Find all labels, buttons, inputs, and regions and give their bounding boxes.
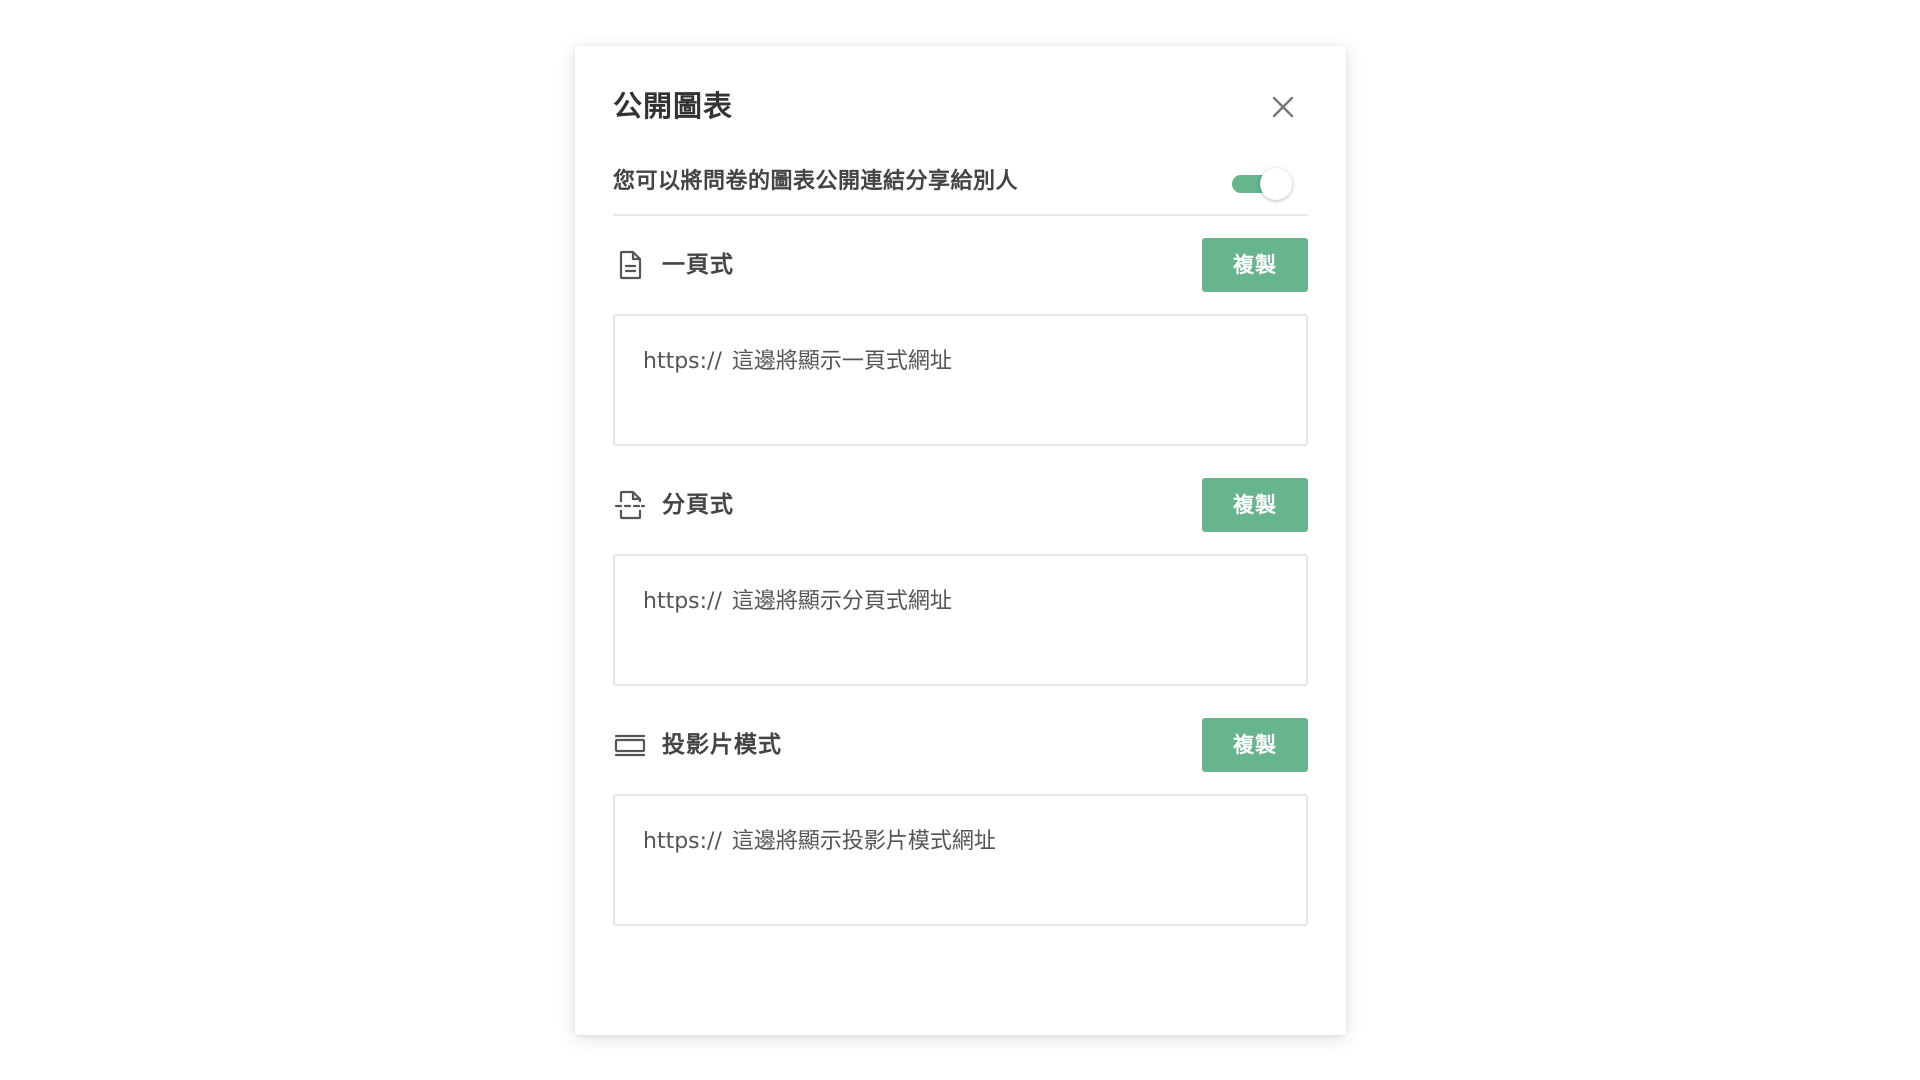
url-field-one-page[interactable]: https:// 這邊將顯示一頁式網址 (613, 314, 1308, 446)
dialog-title: 公開圖表 (613, 89, 734, 123)
section-label: 投影片模式 (662, 732, 782, 758)
slideshow-icon (613, 728, 647, 762)
url-prefix: https:// (643, 829, 722, 854)
section-paged: 分頁式 複製 (613, 478, 1308, 532)
section-label: 一頁式 (662, 252, 734, 278)
url-field-slideshow[interactable]: https:// 這邊將顯示投影片模式網址 (613, 794, 1308, 926)
close-icon[interactable] (1270, 94, 1296, 120)
toggle-knob (1260, 168, 1292, 200)
share-toggle[interactable] (1230, 168, 1294, 200)
copy-button-slideshow[interactable]: 複製 (1202, 718, 1308, 772)
url-field-paged[interactable]: https:// 這邊將顯示分頁式網址 (613, 554, 1308, 686)
url-prefix: https:// (643, 589, 722, 614)
url-placeholder: 這邊將顯示一頁式網址 (731, 349, 952, 374)
dialog-header: 公開圖表 (613, 84, 1308, 128)
section-label: 分頁式 (662, 492, 734, 518)
section-slideshow: 投影片模式 複製 (613, 718, 1308, 772)
url-placeholder: 這邊將顯示分頁式網址 (731, 589, 952, 614)
url-prefix: https:// (643, 349, 722, 374)
copy-button-paged[interactable]: 複製 (1202, 478, 1308, 532)
url-placeholder: 這邊將顯示投影片模式網址 (731, 829, 996, 854)
share-toggle-label: 您可以將問卷的圖表公開連結分享給別人 (613, 169, 1019, 194)
section-one-page: 一頁式 複製 (613, 238, 1308, 292)
copy-button-one-page[interactable]: 複製 (1202, 238, 1308, 292)
document-icon (613, 248, 647, 282)
share-toggle-row: 您可以將問卷的圖表公開連結分享給別人 (613, 162, 1308, 216)
page-break-icon (613, 488, 647, 522)
share-chart-dialog: 公開圖表 您可以將問卷的圖表公開連結分享給別人 一頁式 複製 https:// … (575, 46, 1346, 1035)
